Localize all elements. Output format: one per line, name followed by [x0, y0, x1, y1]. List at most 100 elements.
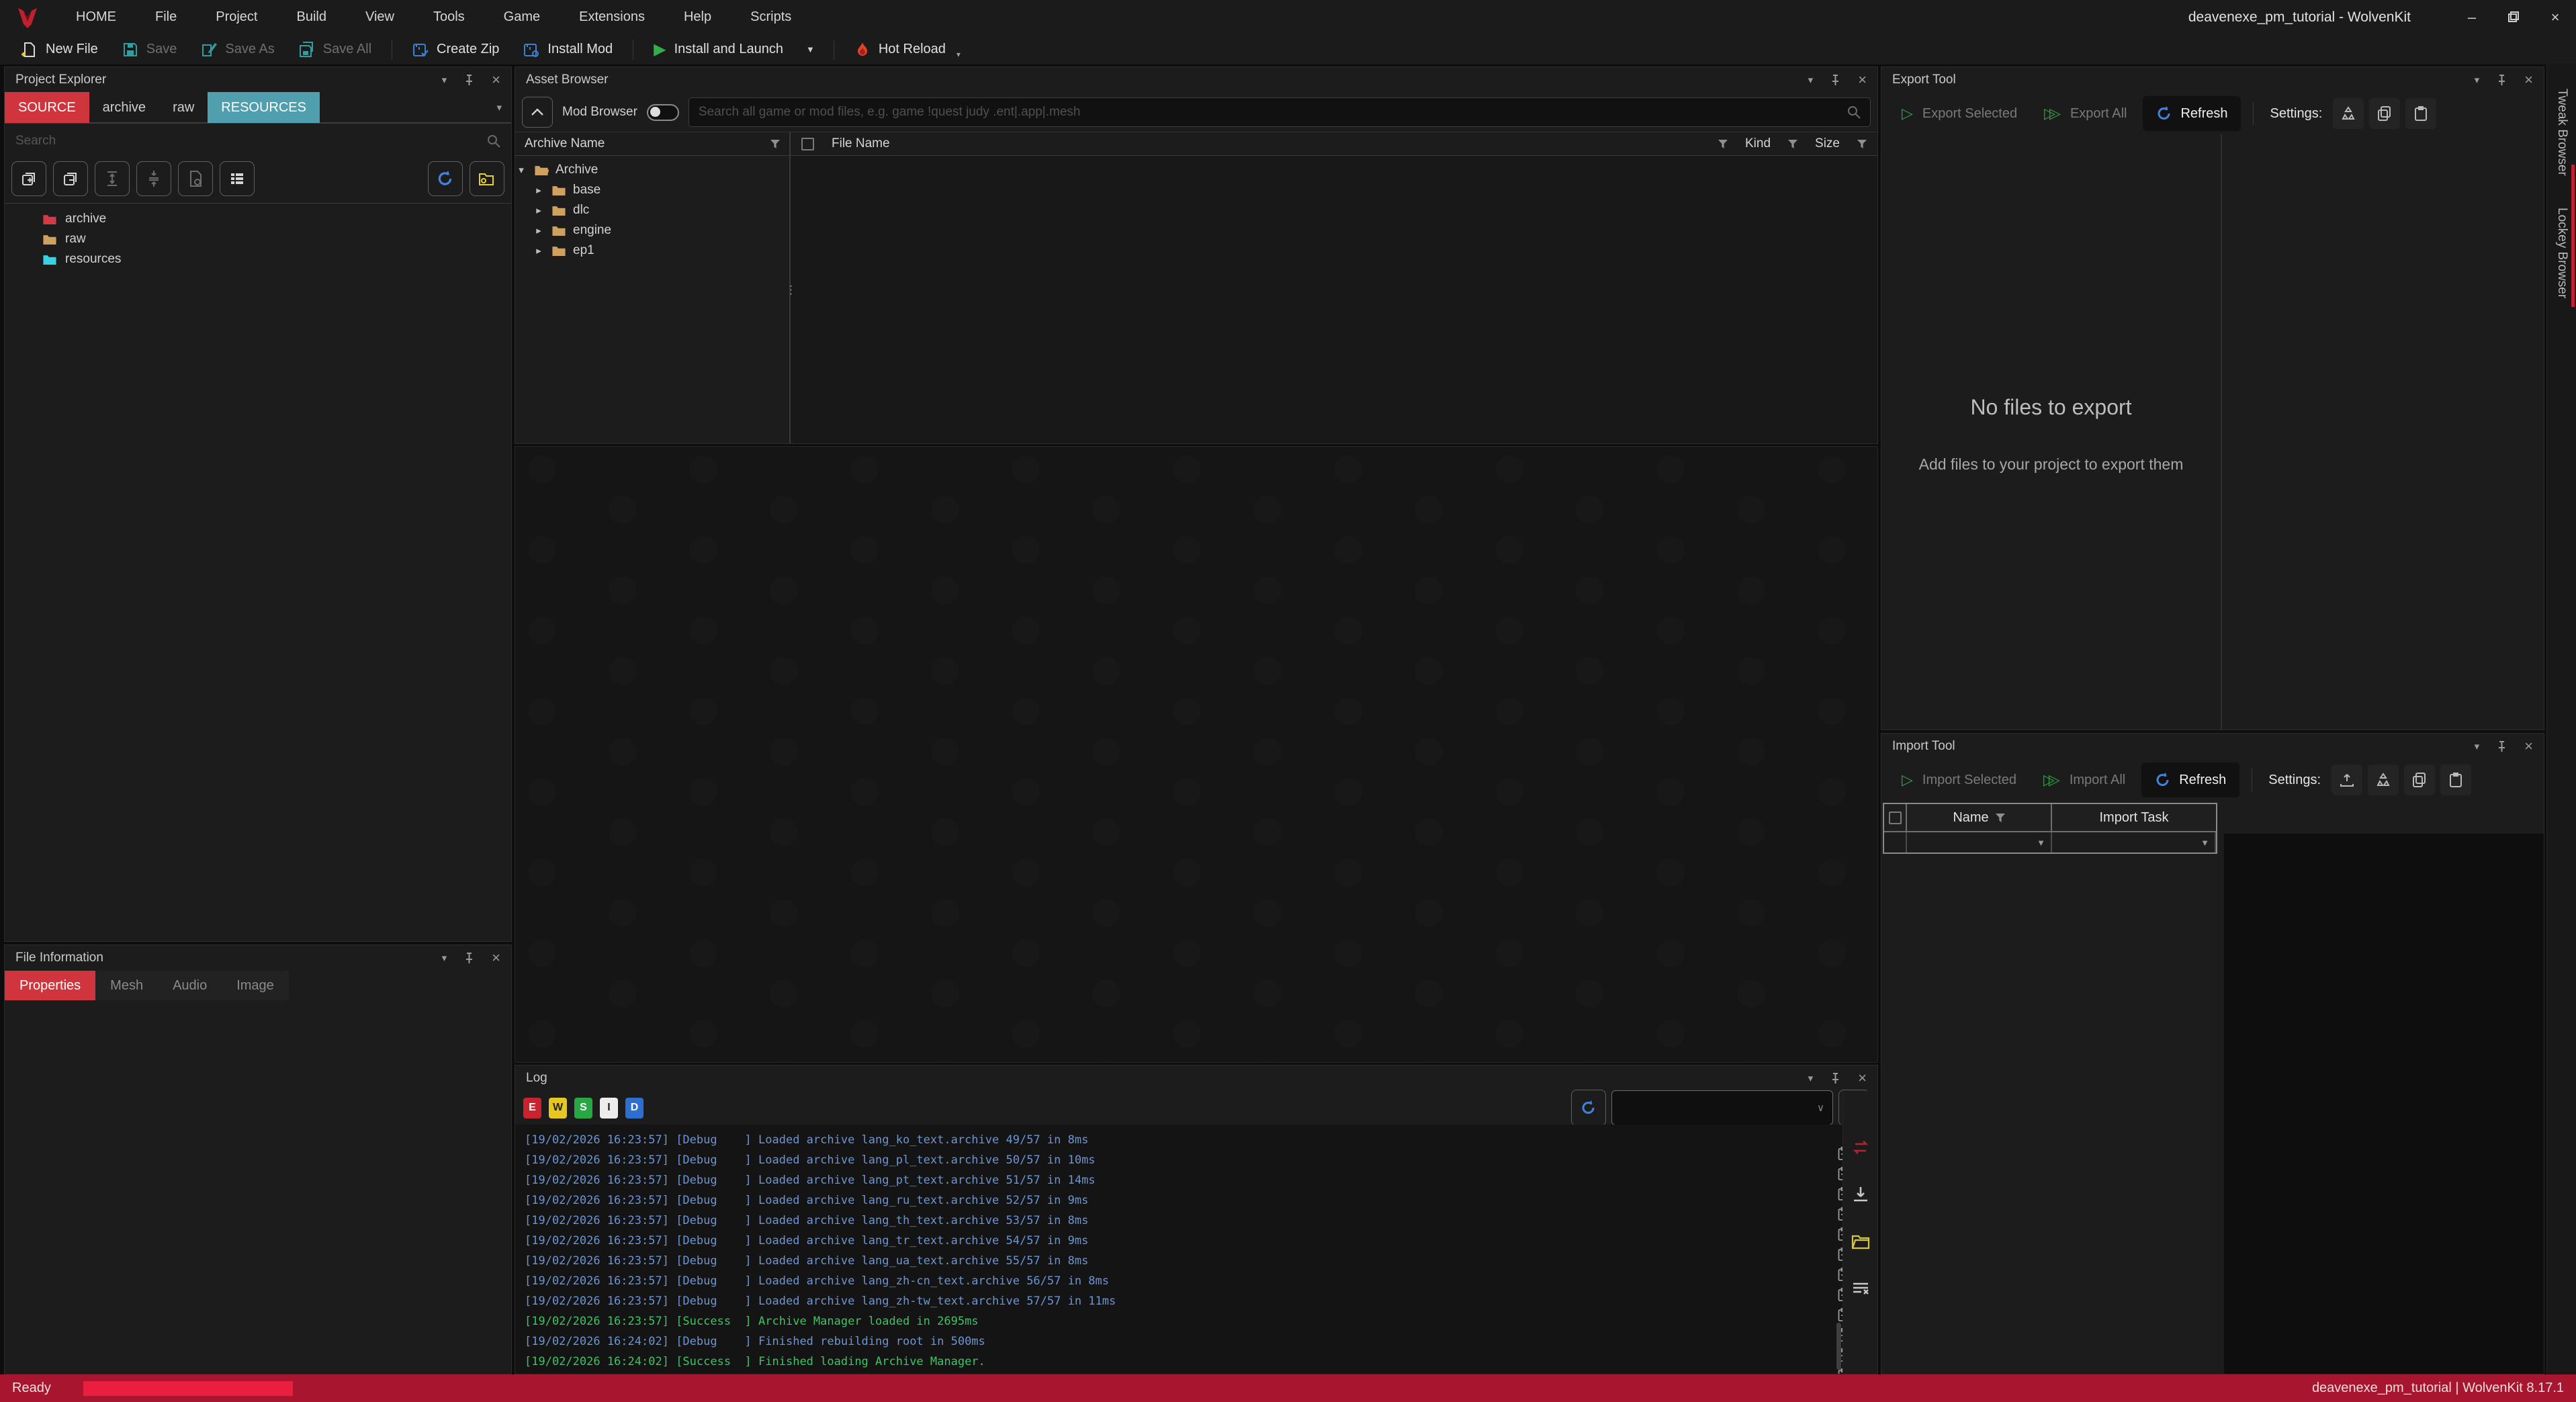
project-explorer-tab[interactable]: SOURCE [5, 92, 89, 123]
pin-icon[interactable] [1830, 1073, 1840, 1084]
filter-icon[interactable] [1857, 140, 1867, 148]
install-and-launch-dropdown[interactable]: ▼ [795, 44, 826, 54]
project-explorer-tab[interactable]: RESOURCES [208, 92, 320, 123]
import-select-all-checkbox[interactable] [1889, 812, 1902, 824]
panel-menu-icon[interactable]: ▾ [1808, 1072, 1814, 1084]
install-mod-button[interactable]: Install Mod [511, 36, 625, 63]
hot-reload-button[interactable]: Hot Reload ▾ [842, 36, 973, 63]
save-button[interactable]: Save [110, 36, 189, 63]
size-column[interactable]: Size [1815, 136, 1840, 151]
log-scrollbar[interactable] [1836, 1130, 1841, 1370]
show-file-button[interactable] [178, 161, 213, 196]
menu-item[interactable]: Extensions [560, 0, 664, 34]
kind-column[interactable]: Kind [1745, 136, 1771, 151]
scrollbar-handle[interactable] [1836, 1323, 1841, 1370]
expander-icon[interactable]: ▸ [533, 204, 545, 216]
file-information-tab[interactable]: Mesh [95, 971, 158, 1000]
menu-item[interactable]: Game [484, 0, 560, 34]
create-zip-button[interactable]: Create Zip [400, 36, 511, 63]
close-button[interactable]: × [2534, 0, 2576, 34]
export-splitter[interactable] [2221, 134, 2222, 730]
paste-settings-button[interactable] [2405, 98, 2436, 129]
menu-item[interactable]: HOME [56, 0, 136, 34]
import-name-column[interactable]: Name [1907, 804, 2052, 831]
import-all-button[interactable]: ▷▷ Import All [2033, 771, 2136, 789]
menu-item[interactable]: Scripts [731, 0, 811, 34]
asset-file-list[interactable] [791, 156, 1877, 443]
export-all-button[interactable]: ▷▷ Export All [2033, 105, 2137, 122]
archive-tree-item[interactable]: ▸ ep1 [515, 240, 789, 261]
reset-settings-button[interactable] [2368, 764, 2399, 795]
auto-scroll-icon[interactable] [1851, 1138, 1870, 1157]
paste-settings-button[interactable] [2440, 764, 2471, 795]
open-folder-button[interactable] [470, 161, 504, 196]
export-refresh-button[interactable]: Refresh [2143, 96, 2241, 131]
panel-menu-icon[interactable]: ▾ [2475, 740, 2480, 752]
menu-item[interactable]: File [136, 0, 196, 34]
project-tree-item[interactable]: raw [5, 229, 511, 249]
save-all-button[interactable]: Save All [287, 36, 384, 63]
filter-icon[interactable] [1718, 140, 1728, 148]
menu-item[interactable]: View [346, 0, 414, 34]
log-filter-button[interactable]: E [523, 1098, 541, 1119]
pin-icon[interactable] [464, 953, 474, 964]
minimize-button[interactable]: – [2451, 0, 2493, 34]
load-settings-button[interactable] [2331, 764, 2362, 795]
menu-item[interactable]: Build [277, 0, 345, 34]
close-icon[interactable]: × [2524, 738, 2533, 755]
project-search-input[interactable] [15, 134, 487, 148]
close-icon[interactable]: × [2524, 71, 2533, 89]
task-filter-dropdown[interactable]: ▼ [2052, 832, 2216, 852]
project-explorer-tab[interactable]: archive [89, 92, 159, 123]
install-and-launch-button[interactable]: ▶ Install and Launch [641, 36, 795, 63]
close-icon[interactable]: × [492, 71, 500, 89]
splitter-grip[interactable]: ⋮ [785, 283, 797, 297]
tab-overflow-icon[interactable]: ▾ [496, 101, 502, 114]
panel-menu-icon[interactable]: ▾ [442, 74, 447, 86]
panel-menu-icon[interactable]: ▾ [442, 952, 447, 964]
archive-tree-item[interactable]: ▸ base [515, 180, 789, 200]
project-tree-item[interactable]: resources [5, 249, 511, 269]
archive-tree-item[interactable]: ▸ dlc [515, 200, 789, 220]
import-task-column[interactable]: Import Task [2052, 804, 2216, 831]
expand-selection-button[interactable] [95, 161, 130, 196]
close-icon[interactable]: × [1858, 1069, 1867, 1087]
expander-icon[interactable]: ▸ [533, 184, 545, 196]
copy-settings-button[interactable] [2369, 98, 2400, 129]
menu-item[interactable]: Help [664, 0, 731, 34]
collapse-tree-button[interactable] [522, 97, 553, 128]
log-filter-input[interactable] [1620, 1101, 1817, 1115]
menu-item[interactable]: Project [196, 0, 277, 34]
archive-tree-item[interactable]: ▸ engine [515, 220, 789, 240]
list-view-button[interactable] [220, 161, 255, 196]
close-icon[interactable]: × [1858, 71, 1867, 89]
panel-menu-icon[interactable]: ▾ [1808, 74, 1814, 86]
asset-search-input[interactable] [699, 105, 1847, 120]
archive-root-row[interactable]: ▾ Archive [515, 160, 789, 180]
open-log-folder-icon[interactable] [1851, 1232, 1870, 1251]
refresh-project-button[interactable] [428, 161, 463, 196]
restore-button[interactable] [2493, 0, 2534, 34]
file-information-tab[interactable]: Image [222, 971, 289, 1000]
copy-settings-button[interactable] [2404, 764, 2435, 795]
collapse-selection-button[interactable] [136, 161, 171, 196]
file-information-tab[interactable]: Audio [158, 971, 222, 1000]
log-filter-button[interactable]: D [625, 1098, 643, 1119]
log-filter-button[interactable]: I [600, 1098, 618, 1119]
close-icon[interactable]: × [492, 949, 500, 967]
project-tree-item[interactable]: archive [5, 209, 511, 229]
filter-icon[interactable] [1996, 814, 2005, 822]
new-file-button[interactable]: New File [9, 36, 110, 63]
log-filter-button[interactable]: W [549, 1098, 567, 1119]
import-selected-button[interactable]: ▷ Import Selected [1891, 771, 2027, 789]
expander-icon[interactable]: ▸ [533, 224, 545, 236]
expander-icon[interactable]: ▸ [533, 245, 545, 257]
clear-log-icon[interactable] [1851, 1279, 1870, 1298]
project-explorer-tab[interactable]: raw [159, 92, 208, 123]
import-refresh-button[interactable]: Refresh [2141, 762, 2239, 797]
log-refresh-button[interactable] [1571, 1090, 1606, 1126]
collapse-all-button[interactable] [53, 161, 88, 196]
file-information-tab[interactable]: Properties [5, 971, 95, 1000]
pin-icon[interactable] [2497, 741, 2507, 752]
dock-strip-tab[interactable]: Lockey Browser [2547, 173, 2576, 334]
